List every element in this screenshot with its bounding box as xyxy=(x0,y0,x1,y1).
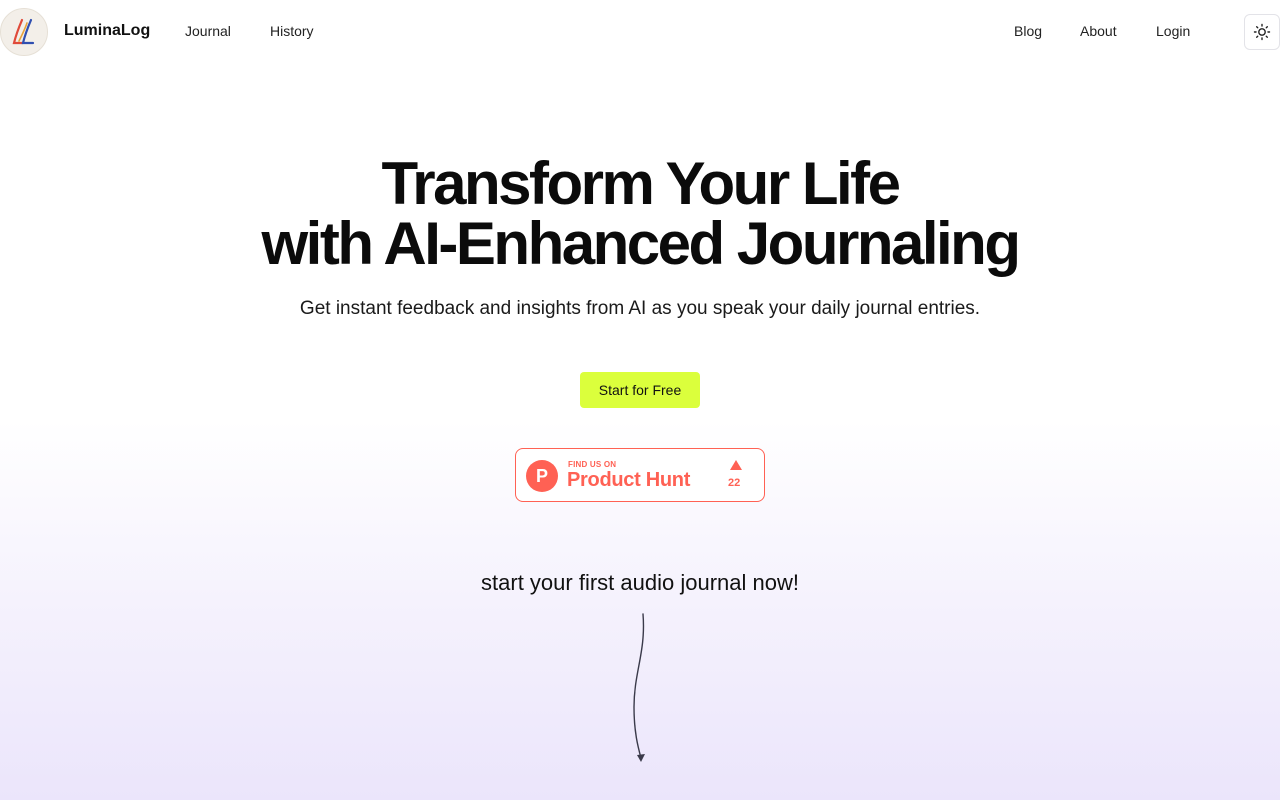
hero-title-line-1: Transform Your Life xyxy=(381,150,901,217)
luminalog-logo-icon xyxy=(12,18,35,45)
hero-title: Transform Your Life with AI-Enhanced Jou… xyxy=(0,154,1280,274)
start-for-free-button[interactable]: Start for Free xyxy=(580,372,700,408)
product-hunt-logo-icon: P xyxy=(526,460,558,492)
product-hunt-name: Product Hunt xyxy=(567,469,691,491)
sun-icon xyxy=(1253,23,1271,41)
logo[interactable] xyxy=(0,8,48,56)
upvote-arrow-icon xyxy=(730,460,742,470)
nav-login[interactable]: Login xyxy=(1156,23,1190,39)
down-arrow-icon xyxy=(633,613,645,762)
brand-name[interactable]: LuminaLog xyxy=(64,22,150,40)
hero-subtitle: Get instant feedback and insights from A… xyxy=(299,298,981,319)
nav-journal[interactable]: Journal xyxy=(185,23,231,39)
nav-blog[interactable]: Blog xyxy=(1014,23,1042,39)
product-hunt-badge[interactable]: P FIND US ON Product Hunt 22 xyxy=(515,448,765,502)
top-nav: LuminaLog Journal History Blog About Log… xyxy=(0,0,1280,64)
nav-history[interactable]: History xyxy=(270,23,314,39)
theme-toggle-button[interactable] xyxy=(1244,14,1280,50)
journal-prompt-text: start your first audio journal now! xyxy=(481,570,799,595)
nav-about[interactable]: About xyxy=(1080,23,1117,39)
product-hunt-find-text: FIND US ON xyxy=(568,460,617,469)
upvote-count: 22 xyxy=(728,477,741,489)
hero-title-line-2: with AI-Enhanced Journaling xyxy=(261,210,1021,277)
